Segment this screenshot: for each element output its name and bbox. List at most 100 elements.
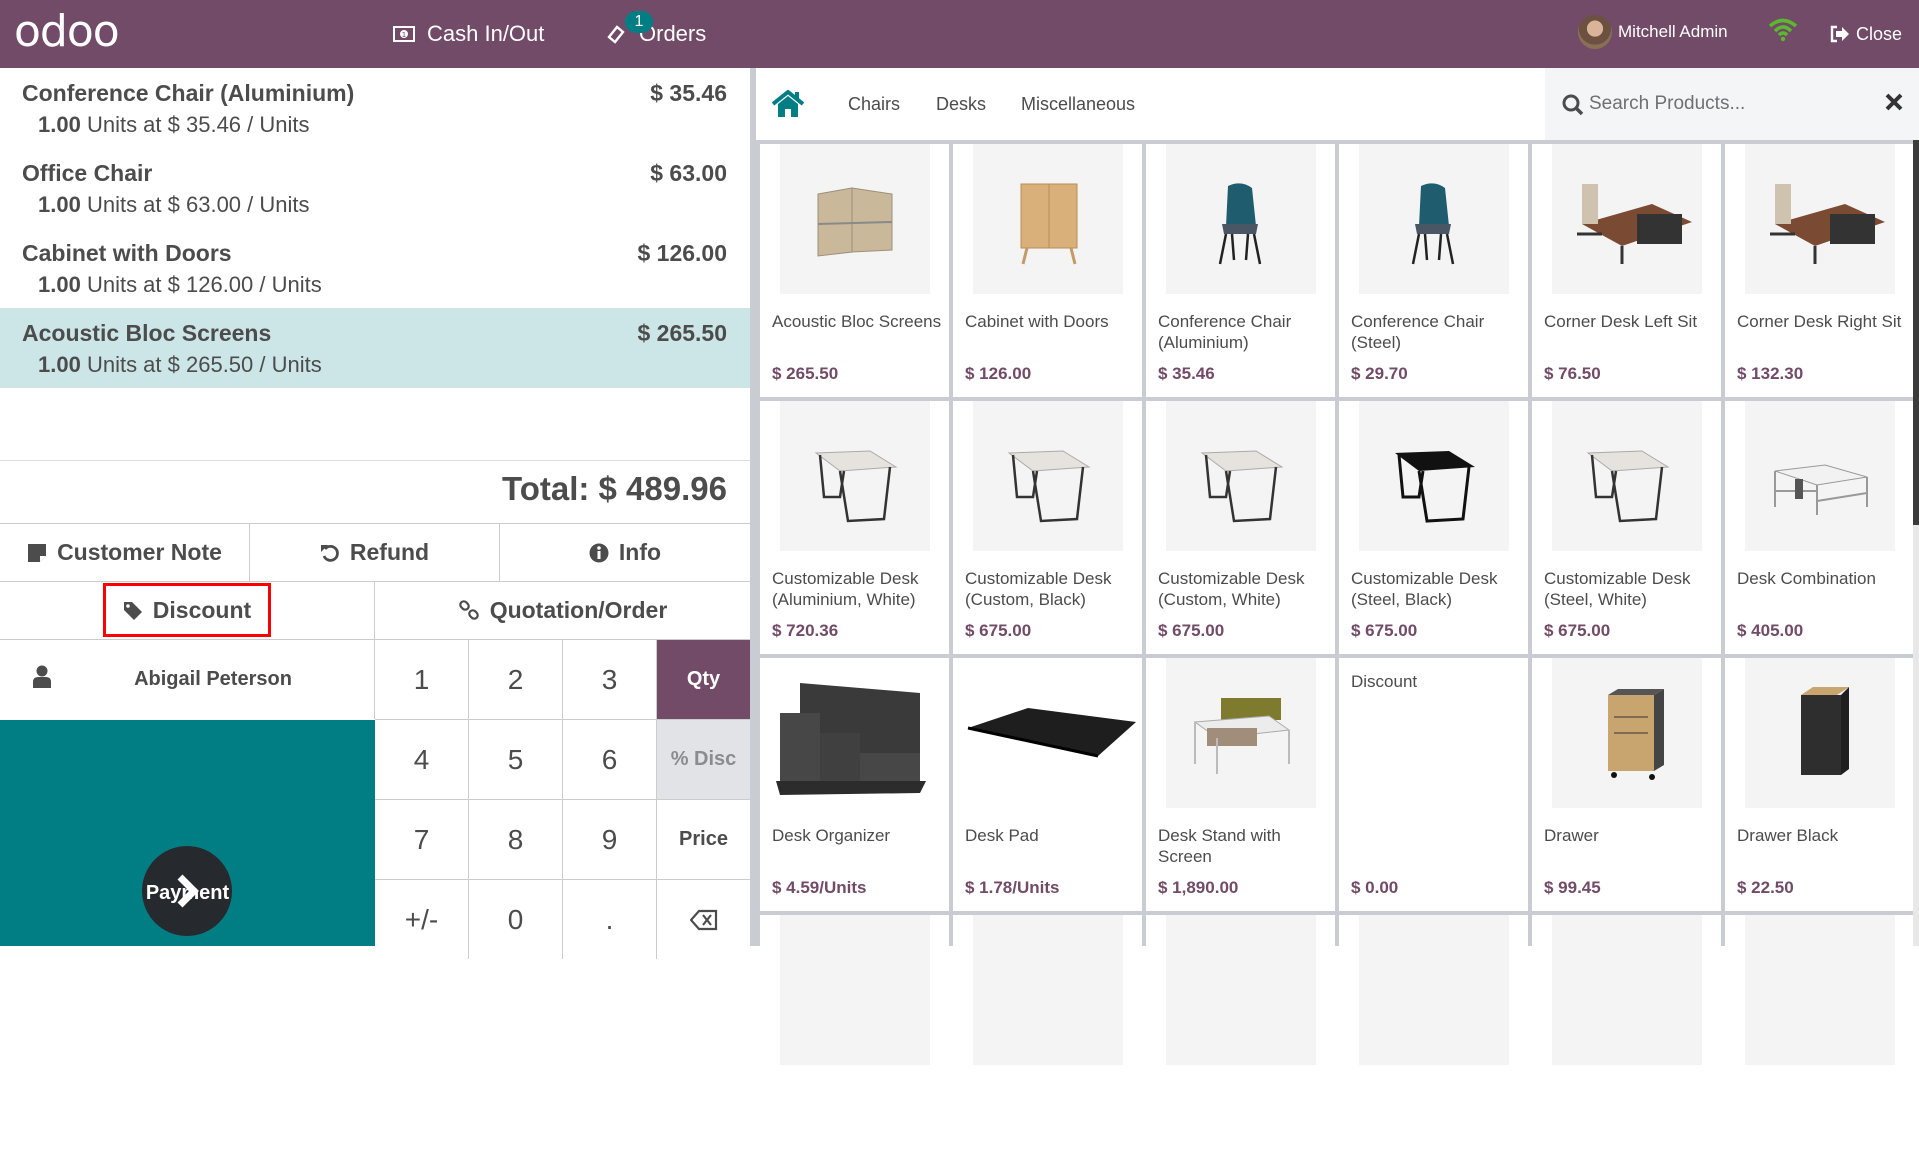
product-card[interactable]: Acoustic Bloc Screens $ 265.50 — [760, 144, 949, 397]
product-card[interactable]: Corner Desk Left Sit $ 76.50 — [1532, 144, 1721, 397]
product-card[interactable]: Customizable Desk (Custom, Black) $ 675.0… — [953, 401, 1142, 654]
product-card-partial[interactable] — [1339, 915, 1528, 1168]
money-bill-icon: 1 — [393, 26, 415, 42]
svg-text:1: 1 — [402, 31, 406, 39]
numpad-key-7[interactable]: 7 — [375, 799, 469, 879]
refund-button[interactable]: Refund — [250, 524, 500, 581]
orders-count-badge: 1 — [625, 11, 653, 33]
product-card[interactable]: Drawer $ 99.45 — [1532, 658, 1721, 911]
product-image — [1745, 658, 1895, 808]
product-price: $ 4.59/Units — [772, 878, 867, 897]
product-screen: Chairs Desks Miscellaneous Acoustic Bloc… — [756, 68, 1919, 1168]
product-card[interactable]: Corner Desk Right Sit $ 132.30 — [1725, 144, 1914, 397]
product-card-partial[interactable] — [1725, 915, 1914, 1168]
product-card[interactable]: Desk Stand with Screen $ 1,890.00 — [1146, 658, 1335, 911]
cash-in-out-label: Cash In/Out — [427, 21, 545, 46]
set-customer-button[interactable]: Abigail Peterson — [0, 639, 375, 719]
product-list-scrollbar[interactable] — [1913, 140, 1919, 946]
user-menu[interactable]: Mitchell Admin — [1578, 14, 1728, 50]
product-image — [973, 144, 1123, 294]
cash-in-out-button[interactable]: 1 Cash In/Out — [393, 0, 544, 68]
numpad-mode-price[interactable]: Price — [657, 799, 750, 879]
product-card[interactable]: Customizable Desk (Aluminium, White) $ 72… — [760, 401, 949, 654]
product-price: $ 29.70 — [1351, 364, 1408, 383]
customer-note-button[interactable]: Customer Note — [0, 524, 250, 581]
order-line-selected[interactable]: Acoustic Bloc Screens $ 265.50 1.00 Unit… — [0, 308, 750, 388]
product-price: $ 126.00 — [965, 364, 1032, 383]
numpad-mode-qty[interactable]: Qty — [657, 639, 750, 719]
category-chairs[interactable]: Chairs — [848, 90, 900, 118]
product-card[interactable]: Desk Combination $ 405.00 — [1725, 401, 1914, 654]
ticket-icon — [605, 23, 627, 45]
home-category-button[interactable] — [772, 90, 804, 123]
order-line[interactable]: Office Chair $ 63.00 1.00 Units at $ 63.… — [0, 148, 750, 228]
product-card[interactable]: Customizable Desk (Custom, White) $ 675.0… — [1146, 401, 1335, 654]
refund-label: Refund — [349, 539, 430, 565]
numpad: 1 2 3 Qty 4 5 6 % Disc 7 8 9 Price +/- 0… — [375, 639, 750, 959]
product-card-partial[interactable] — [1146, 915, 1335, 1168]
quotation-order-button[interactable]: Quotation/Order — [375, 582, 750, 639]
numpad-key-5[interactable]: 5 — [469, 719, 563, 799]
order-line[interactable]: Cabinet with Doors $ 126.00 1.00 Units a… — [0, 228, 750, 308]
numpad-mode-discount[interactable]: % Disc — [657, 719, 750, 799]
order-line-info: 1.00 Units at $ 265.50 / Units — [38, 352, 322, 377]
user-avatar — [1578, 15, 1612, 49]
product-image — [1359, 915, 1509, 1065]
link-icon — [458, 599, 480, 622]
product-card-partial[interactable] — [953, 915, 1142, 1168]
product-card-partial[interactable] — [1532, 915, 1721, 1168]
orders-button[interactable]: 1 Orders — [605, 0, 706, 68]
product-card[interactable]: Conference Chair (Aluminium) $ 35.46 — [1146, 144, 1335, 397]
product-image — [1552, 915, 1702, 1065]
product-name: Desk Stand with Screen — [1158, 826, 1281, 866]
scrollbar-thumb[interactable] — [1913, 140, 1919, 525]
order-line-total: $ 265.50 — [637, 320, 727, 346]
product-card-partial[interactable] — [760, 915, 949, 1168]
category-desks[interactable]: Desks — [936, 90, 986, 118]
control-buttons-row-2: Discount Quotation/Order — [0, 581, 750, 639]
close-session-button[interactable]: Close — [1829, 0, 1902, 68]
product-price: $ 76.50 — [1544, 364, 1601, 383]
numpad-key-4[interactable]: 4 — [375, 719, 469, 799]
product-image — [1166, 915, 1316, 1065]
product-card[interactable]: Desk Pad $ 1.78/Units — [953, 658, 1142, 911]
info-button[interactable]: Info — [500, 524, 750, 581]
order-line-info: 1.00 Units at $ 63.00 / Units — [38, 192, 310, 217]
order-line[interactable]: Conference Chair (Aluminium) $ 35.46 1.0… — [0, 68, 750, 148]
discount-button[interactable]: Discount — [0, 582, 375, 639]
category-miscellaneous[interactable]: Miscellaneous — [1021, 90, 1135, 118]
order-line-product: Cabinet with Doors — [22, 240, 232, 266]
search-products-input[interactable] — [1589, 86, 1859, 122]
product-price: $ 0.00 — [1351, 878, 1399, 897]
customer-name: Abigail Peterson — [134, 668, 292, 690]
payment-button[interactable] — [0, 720, 375, 946]
product-price: $ 675.00 — [1351, 621, 1418, 640]
clear-search-icon[interactable] — [1885, 93, 1903, 111]
product-card[interactable]: Discount $ 0.00 — [1339, 658, 1528, 911]
product-image — [1745, 915, 1895, 1065]
product-name: Conference Chair (Aluminium) — [1158, 312, 1292, 352]
product-card[interactable]: Customizable Desk (Steel, White) $ 675.00 — [1532, 401, 1721, 654]
product-price: $ 99.45 — [1544, 878, 1601, 897]
product-card[interactable]: Conference Chair (Steel) $ 29.70 — [1339, 144, 1528, 397]
numpad-key-0[interactable]: 0 — [469, 879, 563, 959]
numpad-key-plus-minus[interactable]: +/- — [375, 879, 469, 959]
product-price: $ 720.36 — [772, 621, 839, 640]
product-card[interactable]: Desk Organizer $ 4.59/Units — [760, 658, 949, 911]
numpad-key-1[interactable]: 1 — [375, 639, 469, 719]
product-card[interactable]: Cabinet with Doors $ 126.00 — [953, 144, 1142, 397]
wifi-status-icon[interactable] — [1768, 18, 1798, 47]
product-name: Customizable Desk (Aluminium, White) — [772, 569, 919, 609]
product-card[interactable]: Customizable Desk (Steel, Black) $ 675.00 — [1339, 401, 1528, 654]
numpad-key-3[interactable]: 3 — [563, 639, 657, 719]
numpad-key-6[interactable]: 6 — [563, 719, 657, 799]
payment-label: Payment — [145, 882, 230, 904]
product-card[interactable]: Drawer Black $ 22.50 — [1725, 658, 1914, 911]
numpad-key-9[interactable]: 9 — [563, 799, 657, 879]
numpad-backspace[interactable] — [657, 879, 750, 959]
numpad-key-2[interactable]: 2 — [469, 639, 563, 719]
info-label: Info — [618, 539, 662, 565]
numpad-key-decimal[interactable]: . — [563, 879, 657, 959]
order-line-product: Conference Chair (Aluminium) — [22, 80, 355, 106]
numpad-key-8[interactable]: 8 — [469, 799, 563, 879]
